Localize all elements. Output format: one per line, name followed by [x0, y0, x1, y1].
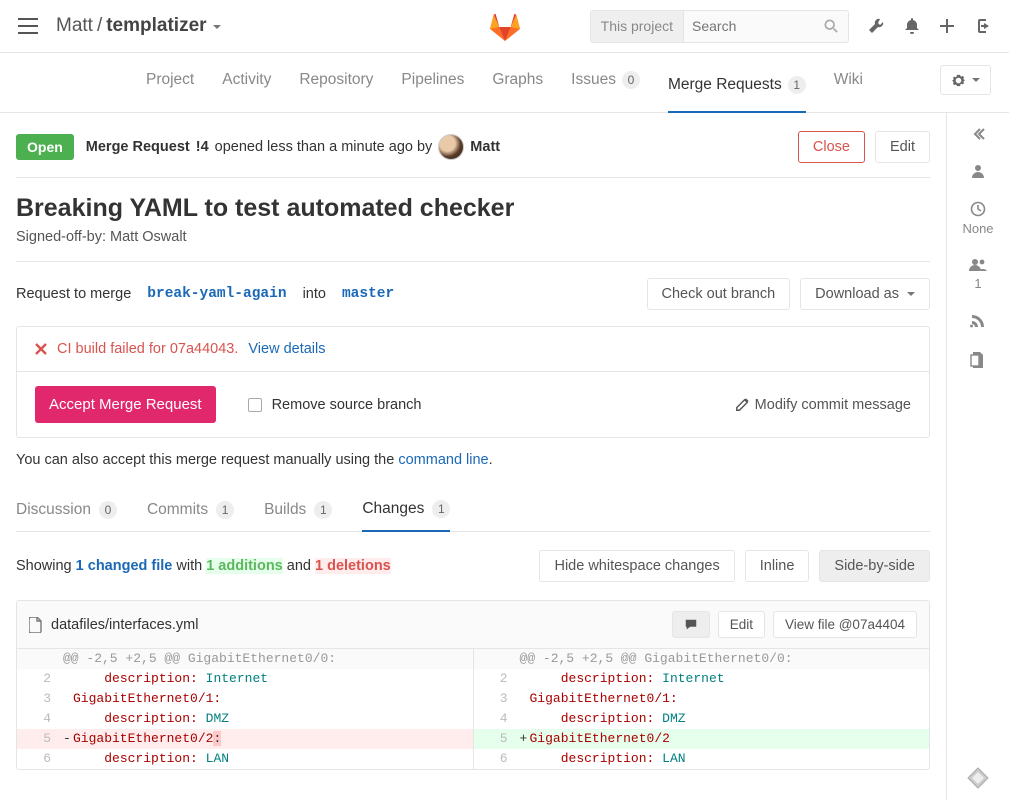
sidebar-subscribe[interactable]: [970, 313, 986, 329]
request-to-merge-label: Request to merge: [16, 286, 131, 302]
gitlab-logo-icon[interactable]: [488, 10, 522, 42]
target-branch[interactable]: master: [342, 286, 394, 302]
mr-subtabs: Discussion 0 Commits 1 Builds 1 Changes …: [16, 492, 930, 532]
tab-wiki[interactable]: Wiki: [834, 71, 863, 102]
tab-commits[interactable]: Commits 1: [147, 492, 234, 531]
side-by-side-view-button[interactable]: Side-by-side: [819, 550, 930, 582]
file-icon: [29, 617, 43, 633]
signed-off-by: Signed-off-by: Matt Oswalt: [16, 229, 930, 245]
file-path[interactable]: datafiles/interfaces.yml: [51, 617, 198, 633]
sidebar-assignee[interactable]: [970, 163, 986, 179]
diff-body: @@ -2,5 +2,5 @@ GigabitEthernet0/0: 2 de…: [17, 649, 929, 769]
ci-view-details-link[interactable]: View details: [248, 341, 325, 357]
sign-out-icon[interactable]: [973, 17, 991, 35]
chevron-down-icon: [905, 286, 915, 302]
diff-right: @@ -2,5 +2,5 @@ GigabitEthernet0/0: 2 de…: [473, 649, 930, 769]
avatar[interactable]: [438, 134, 464, 160]
tab-issues[interactable]: Issues 0: [571, 71, 640, 102]
check-out-branch-button[interactable]: Check out branch: [647, 278, 791, 310]
bell-icon[interactable]: [903, 17, 921, 35]
tab-discussion[interactable]: Discussion 0: [16, 492, 117, 531]
sidebar-reference[interactable]: [970, 351, 986, 369]
hunk-header: @@ -2,5 +2,5 @@ GigabitEthernet0/0:: [61, 649, 473, 669]
into-label: into: [303, 286, 326, 302]
search-input[interactable]: [684, 11, 814, 42]
settings-dropdown[interactable]: [940, 65, 991, 95]
speech-bubble-icon: [684, 618, 698, 632]
breadcrumb[interactable]: Matt / templatizer: [56, 15, 221, 37]
search-wrap: This project: [590, 10, 849, 43]
breadcrumb-owner[interactable]: Matt: [56, 15, 93, 37]
tab-builds[interactable]: Builds 1: [264, 492, 332, 531]
tab-graphs[interactable]: Graphs: [492, 71, 543, 102]
accept-merge-button[interactable]: Accept Merge Request: [35, 386, 216, 423]
ci-prefix: CI build failed for: [57, 341, 170, 357]
right-sidebar: None 1: [946, 113, 1009, 800]
download-as-dropdown[interactable]: Download as: [800, 278, 930, 310]
changed-file-count[interactable]: 1 changed file: [76, 558, 173, 574]
hide-whitespace-button[interactable]: Hide whitespace changes: [539, 550, 734, 582]
mr-opened-text: opened less than a minute ago by: [215, 139, 433, 155]
issues-count: 0: [622, 71, 640, 89]
manual-merge-line: You can also accept this merge request m…: [16, 452, 930, 468]
gear-icon: [951, 73, 966, 88]
edit-button[interactable]: Edit: [875, 131, 930, 163]
command-line-link[interactable]: command line: [398, 452, 488, 468]
tab-project[interactable]: Project: [146, 71, 194, 102]
ci-status-row: CI build failed for 07a44043. View detai…: [17, 327, 929, 371]
mr-id: !4: [196, 139, 209, 155]
search-icon[interactable]: [814, 19, 848, 33]
hunk-header: @@ -2,5 +2,5 @@ GigabitEthernet0/0:: [518, 649, 930, 669]
tab-repository[interactable]: Repository: [299, 71, 373, 102]
status-badge: Open: [16, 134, 74, 160]
ci-sha: 07a44043: [170, 341, 235, 357]
hamburger-icon[interactable]: [18, 18, 38, 34]
additions-count: 1 additions: [206, 558, 283, 574]
close-button[interactable]: Close: [798, 131, 865, 163]
mr-label: Merge Request: [86, 139, 190, 155]
sidebar-diamond-icon[interactable]: [966, 766, 990, 790]
mr-title: Breaking YAML to test automated checker: [16, 194, 930, 223]
mr-count: 1: [788, 76, 806, 94]
x-icon: [35, 343, 47, 355]
inline-view-button[interactable]: Inline: [745, 550, 810, 582]
file-header: datafiles/interfaces.yml Edit View file …: [17, 601, 929, 649]
pencil-icon: [735, 398, 749, 412]
top-bar: Matt / templatizer This project: [0, 0, 1009, 53]
milestone-value: None: [962, 221, 993, 236]
project-tabs: Project Activity Repository Pipelines Gr…: [0, 53, 1009, 113]
tab-changes[interactable]: Changes 1: [362, 492, 450, 532]
sidebar-milestone[interactable]: None: [962, 201, 993, 236]
branch-line: Request to merge break-yaml-again into m…: [16, 278, 930, 310]
view-file-button[interactable]: View file @07a4404: [773, 611, 917, 638]
mr-header: Open Merge Request !4 opened less than a…: [16, 127, 930, 178]
remove-source-branch-checkbox[interactable]: [248, 398, 262, 412]
breadcrumb-project[interactable]: templatizer: [106, 15, 206, 37]
search-scope[interactable]: This project: [591, 11, 684, 42]
file-comment-button[interactable]: [672, 611, 710, 638]
merge-panel: CI build failed for 07a44043. View detai…: [16, 326, 930, 438]
diff-summary: Showing 1 changed file with 1 additions …: [16, 550, 930, 582]
remove-source-branch-label: Remove source branch: [272, 397, 422, 413]
diff-left: @@ -2,5 +2,5 @@ GigabitEthernet0/0: 2 de…: [17, 649, 473, 769]
divider: [16, 261, 930, 262]
source-branch[interactable]: break-yaml-again: [147, 286, 286, 302]
sidebar-collapse[interactable]: [971, 127, 985, 141]
participants-count: 1: [974, 276, 981, 291]
wrench-icon[interactable]: [867, 17, 885, 35]
tab-pipelines[interactable]: Pipelines: [401, 71, 464, 102]
diff-file: datafiles/interfaces.yml Edit View file …: [16, 600, 930, 770]
mr-author[interactable]: Matt: [470, 139, 500, 155]
file-edit-button[interactable]: Edit: [718, 611, 765, 638]
mr-meta: Merge Request !4 opened less than a minu…: [86, 134, 500, 160]
modify-commit-message-link[interactable]: Modify commit message: [735, 397, 911, 413]
chevron-down-icon: [970, 72, 980, 88]
plus-icon[interactable]: [939, 18, 955, 34]
tab-activity[interactable]: Activity: [222, 71, 271, 102]
deletions-count: 1 deletions: [315, 558, 391, 574]
sidebar-participants[interactable]: 1: [969, 258, 987, 291]
chevron-down-icon[interactable]: [211, 15, 221, 37]
tab-merge-requests[interactable]: Merge Requests 1: [668, 71, 806, 113]
